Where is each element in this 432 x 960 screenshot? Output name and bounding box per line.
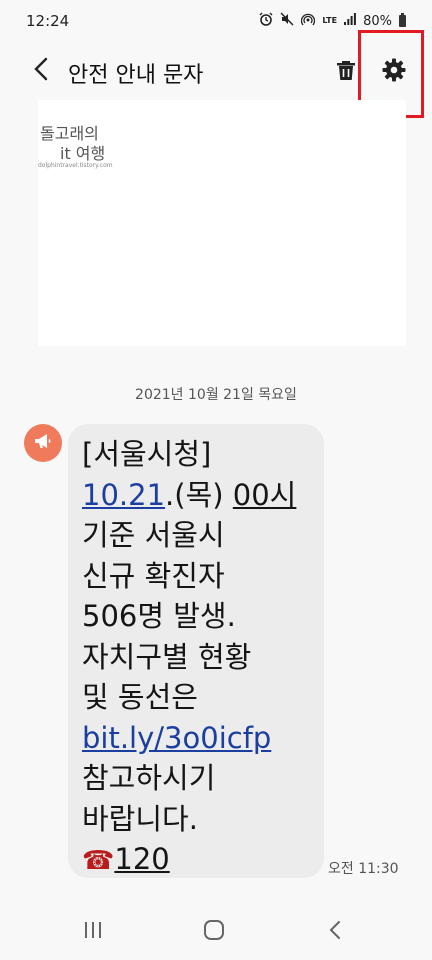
megaphone-icon (33, 431, 53, 455)
time-link[interactable]: 00시 (233, 478, 297, 512)
status-time: 12:24 (26, 12, 70, 30)
message-bubble[interactable]: [서울시청] 10.21.(목) 00시 기준 서울시 신규 확진자 506명 … (68, 424, 324, 878)
home-button[interactable] (194, 918, 234, 946)
trash-icon (336, 59, 356, 85)
home-icon (203, 919, 225, 945)
watermark-subtext: it 여행 (60, 144, 106, 163)
battery-percent: 80% (363, 13, 392, 29)
message-line: 및 동선은 (82, 680, 198, 714)
page-title: 안전 안내 문자 (68, 63, 204, 88)
message-line: bit.ly/3o0icfp (82, 718, 312, 759)
phone-icon: ☎ (82, 846, 115, 876)
back-icon (34, 57, 48, 85)
message-line: 10.21.(목) 00시 (82, 475, 312, 516)
signal-icon (344, 13, 356, 29)
recent-apps-button[interactable] (73, 918, 113, 946)
status-icons: LTE 80% (259, 12, 406, 30)
watermark-card: 돌고래의 it 여행 dolphintravel.tistory.com (38, 100, 406, 346)
message-line: 바랍니다. (82, 801, 198, 836)
mute-icon (280, 12, 294, 30)
sender-avatar[interactable] (24, 424, 62, 462)
message-line: 참고하시기 (82, 761, 216, 795)
date-divider: 2021년 10월 21일 목요일 (135, 387, 297, 403)
message-line: 기준 서울시 (82, 518, 225, 552)
hotspot-icon (301, 12, 316, 30)
message-line: 506명 발생. (82, 599, 236, 633)
message-line: [서울시청] (82, 437, 212, 471)
navigation-bar (0, 900, 432, 960)
watermark-url: dolphintravel.tistory.com (38, 162, 113, 169)
lte-icon: LTE (322, 16, 338, 25)
message-link[interactable]: bit.ly/3o0icfp (82, 721, 271, 755)
nav-back-button[interactable] (315, 918, 355, 946)
message-time: 오전 11:30 (328, 861, 399, 877)
message-line: ☎120 (82, 839, 312, 882)
alarm-icon (259, 12, 273, 30)
message-line: 신규 확진자 (82, 558, 225, 593)
date-link[interactable]: 10.21 (82, 478, 165, 512)
nav-back-icon (329, 920, 341, 944)
recent-apps-icon (83, 921, 103, 943)
back-button[interactable] (24, 54, 58, 88)
message-text: .(목) (165, 477, 233, 512)
battery-icon (399, 13, 406, 27)
phone-number[interactable]: 120 (114, 842, 169, 876)
message-line: 자치구별 현황 (82, 639, 252, 674)
